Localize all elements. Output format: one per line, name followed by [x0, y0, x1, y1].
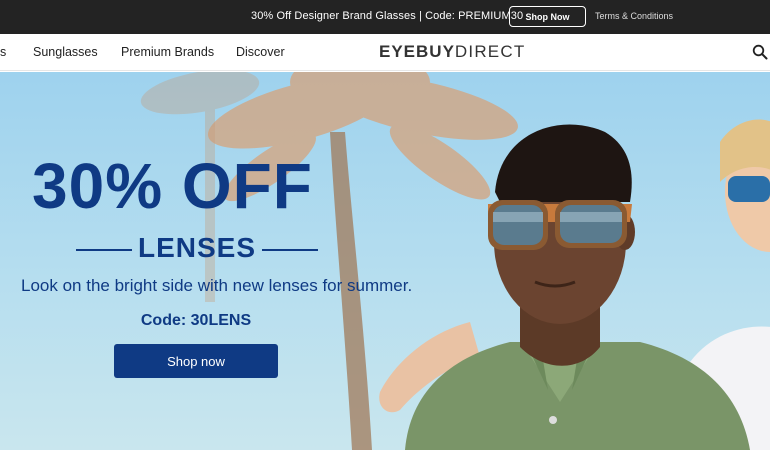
- hero-subhead-group: LENSES: [76, 232, 318, 266]
- promo-bar: 30% Off Designer Brand Glasses | Code: P…: [0, 0, 770, 34]
- nav-item-premium-brands[interactable]: Premium Brands: [121, 45, 214, 59]
- promo-text: 30% Off Designer Brand Glasses | Code: P…: [251, 10, 524, 22]
- main-nav: s Sunglasses Premium Brands Discover EYE…: [0, 34, 770, 71]
- promo-code: Code: 30LENS: [140, 312, 252, 329]
- brand-logo[interactable]: EYEBUYDIRECT: [379, 42, 525, 62]
- hero-banner: 30% OFF LENSES Look on the bright side w…: [0, 72, 770, 450]
- hero-headline: 30% OFF: [32, 150, 313, 222]
- terms-link[interactable]: Terms & Conditions: [595, 11, 673, 21]
- hero-tagline: Look on the bright side with new lenses …: [21, 276, 413, 295]
- hero-subhead: LENSES: [137, 232, 257, 263]
- nav-item-partial[interactable]: s: [0, 45, 6, 59]
- logo-light-text: DIRECT: [454, 42, 526, 61]
- nav-item-discover[interactable]: Discover: [236, 45, 285, 59]
- search-icon[interactable]: [752, 44, 768, 60]
- promo-shop-now-button[interactable]: Shop Now: [509, 6, 586, 27]
- subhead-divider-right: [262, 249, 318, 251]
- hero-shop-now-button[interactable]: Shop now: [114, 344, 278, 378]
- nav-item-sunglasses[interactable]: Sunglasses: [33, 45, 98, 59]
- logo-bold-text: EYEBUY: [379, 42, 455, 61]
